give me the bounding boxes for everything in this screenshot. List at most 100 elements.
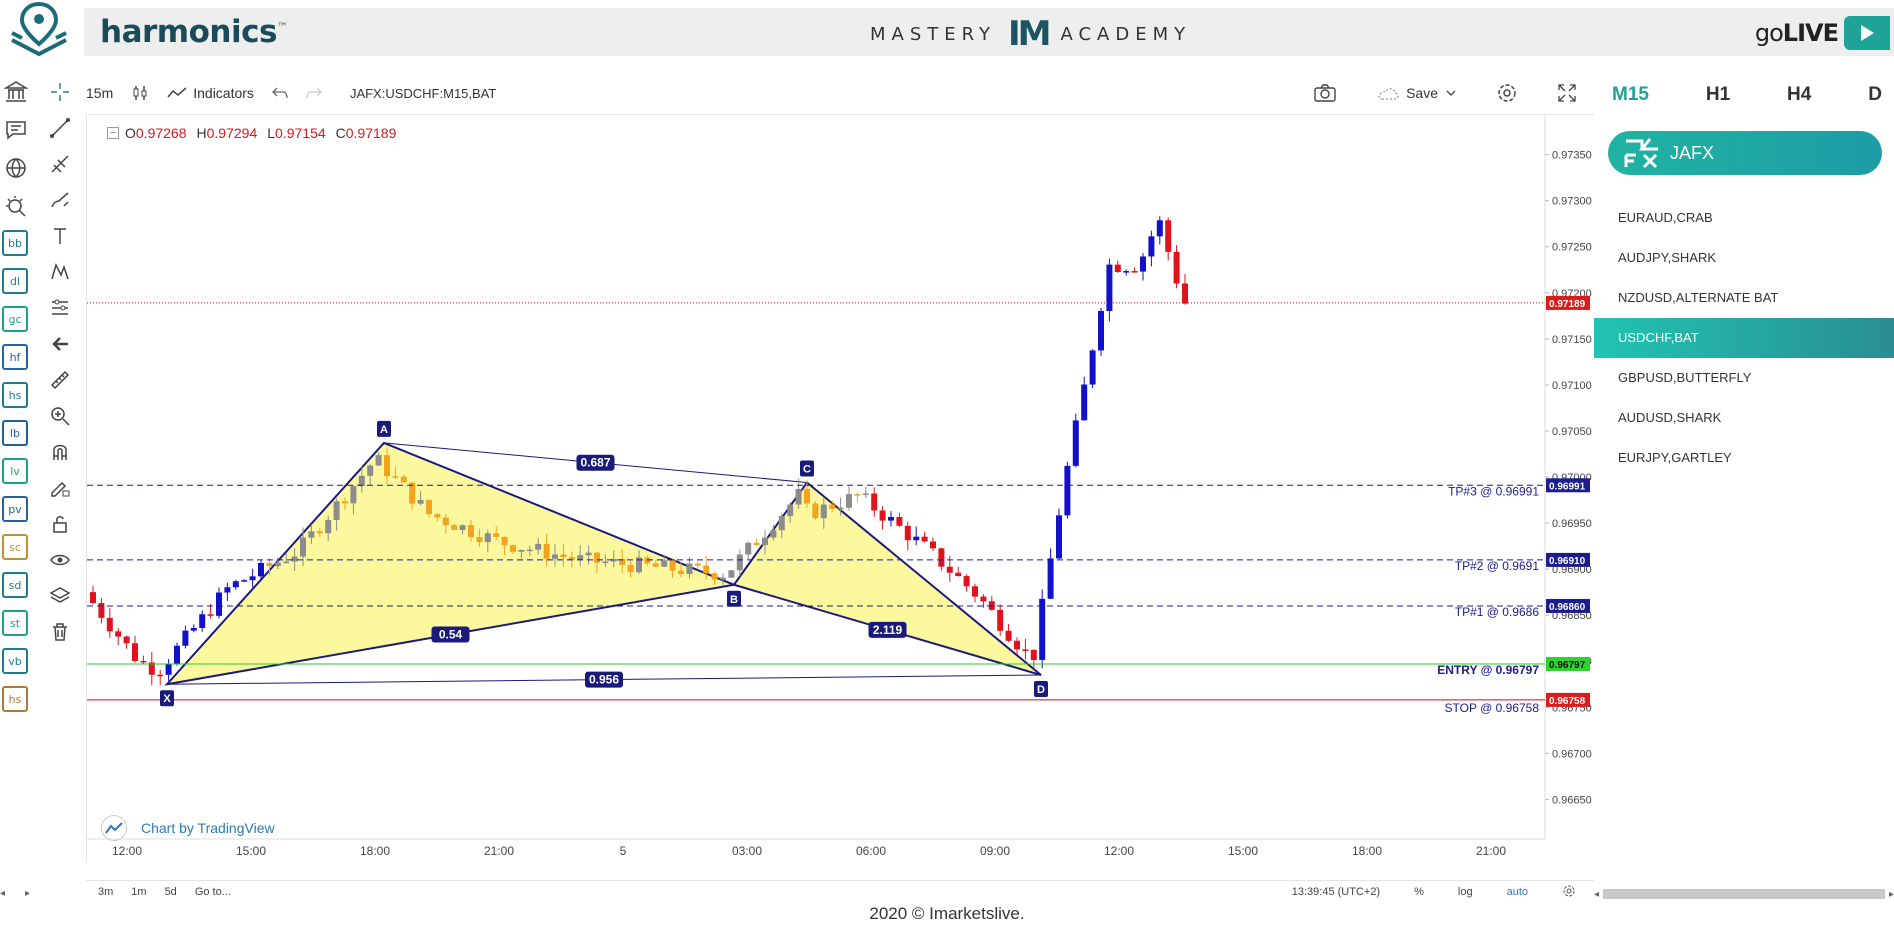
- pattern-list-item[interactable]: AUDUSD,SHARK: [1594, 398, 1894, 438]
- lock-icon[interactable]: [44, 510, 76, 538]
- pattern-icon[interactable]: [44, 258, 76, 286]
- candles-icon[interactable]: [131, 84, 149, 102]
- close-label: C: [335, 125, 346, 141]
- indicator-badge-hs[interactable]: hs: [2, 382, 28, 408]
- globe-icon[interactable]: [2, 154, 30, 182]
- crosshair-icon[interactable]: [44, 78, 76, 106]
- pitchfork-icon[interactable]: [44, 150, 76, 178]
- pattern-triangle-bcd: [732, 481, 1042, 676]
- scroll-left-icon[interactable]: ◂: [0, 888, 5, 900]
- brand-name[interactable]: harmonics™: [100, 14, 288, 50]
- panel-scroll-left-icon[interactable]: ◂: [1594, 889, 1599, 900]
- save-button[interactable]: Save: [1376, 85, 1456, 101]
- indicators-button[interactable]: Indicators: [167, 85, 254, 101]
- indicator-badge-sd[interactable]: sd: [2, 572, 28, 598]
- undo-icon[interactable]: [272, 86, 288, 100]
- chat-icon[interactable]: [2, 116, 30, 144]
- harmonics-logo-icon[interactable]: [8, 0, 70, 56]
- indicator-badge-hf[interactable]: hf: [2, 344, 28, 370]
- clock-time[interactable]: 13:39:45 (UTC+2): [1292, 886, 1380, 898]
- brand-text: harmonics: [100, 14, 277, 50]
- pattern-list-item[interactable]: AUDJPY,SHARK: [1594, 238, 1894, 278]
- candle-body: [778, 516, 785, 531]
- right-panel-scrollbar[interactable]: ◂ ▸: [1594, 888, 1894, 900]
- chart-area[interactable]: 0.97350 0.97300 0.97250 0.97200 0.97150 0.971…: [86, 114, 1594, 862]
- layers-icon[interactable]: [44, 582, 76, 610]
- range-1m-button[interactable]: 1m: [131, 886, 146, 898]
- price-chart[interactable]: 0.973500.973000.972500.972000.971500.971…: [87, 115, 1595, 863]
- candle-body: [1140, 256, 1146, 272]
- fullscreen-icon[interactable]: [1558, 84, 1576, 102]
- symbol-label[interactable]: JAFX:USDCHF:M15,BAT: [350, 86, 496, 101]
- candle-body: [216, 592, 222, 616]
- indicator-badge-sc[interactable]: sc: [2, 534, 28, 560]
- candle-body: [123, 636, 130, 644]
- candle-body: [1056, 515, 1062, 559]
- tab-h1[interactable]: H1: [1706, 84, 1730, 106]
- pattern-list-item[interactable]: EURAUD,CRAB: [1594, 198, 1894, 238]
- candle-body: [795, 489, 802, 505]
- indicator-badge-gc[interactable]: gc: [2, 306, 28, 332]
- candle-body: [174, 645, 180, 664]
- zoom-in-icon[interactable]: [44, 402, 76, 430]
- brush-icon[interactable]: [44, 186, 76, 214]
- tab-h4[interactable]: H4: [1787, 84, 1811, 106]
- tab-d[interactable]: D: [1868, 84, 1882, 106]
- ruler-icon[interactable]: [44, 366, 76, 394]
- candle-body: [938, 548, 945, 567]
- time-tick-label: 12:00: [1104, 844, 1134, 858]
- magnet-icon[interactable]: [44, 438, 76, 466]
- play-icon[interactable]: [1844, 16, 1890, 50]
- tradingview-credit[interactable]: Chart by TradingView: [101, 815, 275, 841]
- auto-toggle[interactable]: auto: [1507, 886, 1528, 898]
- time-tick-label: 06:00: [856, 844, 886, 858]
- indicator-badge-lb[interactable]: lb: [2, 420, 28, 446]
- panel-scroll-right-icon[interactable]: ▸: [1889, 889, 1894, 900]
- trash-icon[interactable]: [44, 618, 76, 646]
- log-toggle[interactable]: log: [1458, 886, 1473, 898]
- indicator-badge-lv[interactable]: lv: [2, 458, 28, 484]
- indicator-badge-pv[interactable]: pv: [2, 496, 28, 522]
- redo-icon[interactable]: [306, 86, 322, 100]
- indicator-badge-st[interactable]: st: [2, 610, 28, 636]
- candle-body: [896, 516, 903, 526]
- trend-line-icon[interactable]: [44, 114, 76, 142]
- indicator-badge-hs[interactable]: hs: [2, 686, 28, 712]
- scroll-right-icon[interactable]: ▸: [25, 888, 30, 900]
- candle-body: [854, 494, 861, 496]
- range-5d-button[interactable]: 5d: [165, 886, 177, 898]
- candle-body: [510, 545, 516, 552]
- indicator-badge-dl[interactable]: dl: [2, 268, 28, 294]
- settings-small-icon[interactable]: [1562, 884, 1576, 901]
- left-scrollbar[interactable]: ◂ ▸: [0, 888, 30, 900]
- camera-icon[interactable]: [1314, 84, 1336, 102]
- goto-button[interactable]: Go to...: [195, 886, 231, 898]
- interval-button[interactable]: 15m: [86, 85, 113, 101]
- candle-body: [501, 536, 508, 546]
- settings-icon[interactable]: [1496, 82, 1518, 104]
- broker-button[interactable]: JAFX: [1608, 131, 1882, 175]
- indicator-badge-bb[interactable]: bb: [2, 230, 28, 256]
- pattern-list-item[interactable]: NZDUSD,ALTERNATE BAT: [1594, 278, 1894, 318]
- pattern-list-item[interactable]: EURJPY,GARTLEY: [1594, 438, 1894, 478]
- tab-m15[interactable]: M15: [1612, 84, 1649, 106]
- pattern-list-item[interactable]: GBPUSD,BUTTERFLY: [1594, 358, 1894, 398]
- indicator-badge-vb[interactable]: vb: [2, 648, 28, 674]
- candle-body: [342, 501, 348, 504]
- range-3m-button[interactable]: 3m: [98, 886, 113, 898]
- prediction-icon[interactable]: [44, 294, 76, 322]
- eye-icon[interactable]: [44, 546, 76, 574]
- bank-icon[interactable]: [2, 78, 30, 106]
- pattern-point-label: D: [1037, 684, 1045, 696]
- candle-body: [829, 504, 836, 509]
- price-tick-label: 0.97250: [1552, 242, 1592, 254]
- scanner-icon[interactable]: [2, 192, 30, 220]
- golive-link[interactable]: goLIVE: [1755, 16, 1890, 50]
- pencil-lock-icon[interactable]: [44, 474, 76, 502]
- arrow-left-icon[interactable]: [44, 330, 76, 358]
- collapse-icon[interactable]: −: [107, 127, 119, 139]
- percent-toggle[interactable]: %: [1414, 886, 1424, 898]
- scroll-track[interactable]: [1603, 889, 1885, 899]
- pattern-list-item[interactable]: USDCHF,BAT: [1594, 318, 1894, 358]
- text-icon[interactable]: [44, 222, 76, 250]
